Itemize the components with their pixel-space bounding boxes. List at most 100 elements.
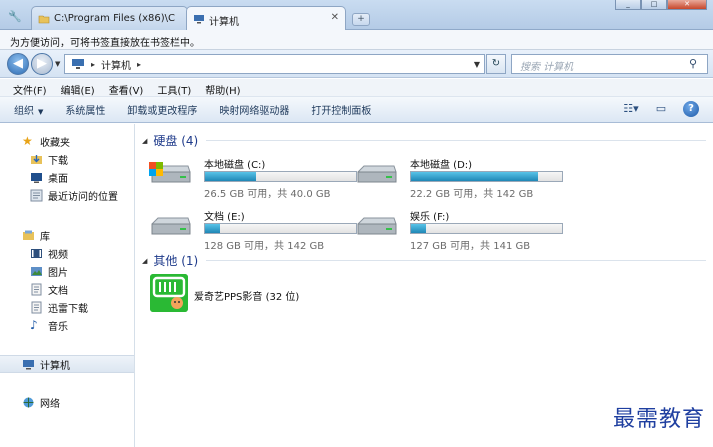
map-network-drive-button[interactable]: 映射网络驱动器 bbox=[219, 102, 289, 117]
close-tab-icon[interactable]: ✕ bbox=[331, 12, 339, 23]
drive-free-space: 127 GB 可用，共 141 GB bbox=[410, 241, 531, 252]
network-icon bbox=[23, 397, 34, 407]
search-icon[interactable]: ⚲ bbox=[689, 57, 701, 70]
tab-label: 计算机 bbox=[209, 17, 239, 28]
breadcrumb-arrow-icon[interactable]: ▸ bbox=[137, 60, 141, 69]
breadcrumb-arrow-icon[interactable]: ▸ bbox=[91, 60, 95, 69]
group-header-other[interactable]: ◢ 其他 (1) bbox=[142, 252, 198, 269]
sidebar-item-label: 网络 bbox=[40, 398, 60, 410]
menu-edit[interactable]: 编辑(E) bbox=[54, 79, 102, 97]
help-icon[interactable]: ? bbox=[683, 101, 699, 117]
sidebar-item-music[interactable]: ♪ 音乐 bbox=[30, 316, 68, 334]
organize-button[interactable]: 组织 ▼ bbox=[14, 102, 43, 117]
computer-icon bbox=[194, 15, 204, 24]
menu-view[interactable]: 查看(V) bbox=[102, 79, 151, 97]
tab-computer[interactable]: 计算机 ✕ bbox=[186, 6, 346, 30]
address-dropdown-icon[interactable]: ▼ bbox=[474, 60, 480, 69]
breadcrumb-computer[interactable]: 计算机 bbox=[101, 57, 131, 72]
menu-file[interactable]: 文件(F) bbox=[6, 79, 54, 97]
browser-tab-bar: 🔧 C:\Program Files (x86)\C 计算机 ✕ + _ □ ✕ bbox=[0, 0, 713, 30]
content-pane: ◢ 硬盘 (4) 本地磁盘 (C:) 26.5 GB 可用，共 40.0 GB … bbox=[136, 124, 713, 447]
drive-usage-bar bbox=[204, 223, 357, 234]
menu-tools[interactable]: 工具(T) bbox=[150, 79, 198, 97]
navigation-bar: ◀ ▶ ▼ ▸ 计算机 ▸ ▼ ↻ 搜索 计算机 ⚲ bbox=[0, 50, 713, 78]
collapse-arrow-icon: ◢ bbox=[142, 256, 148, 265]
hard-drive-icon bbox=[151, 217, 191, 235]
sidebar-item-label: 音乐 bbox=[48, 321, 68, 333]
refresh-button[interactable]: ↻ bbox=[486, 54, 506, 74]
drive-free-space: 22.2 GB 可用，共 142 GB bbox=[410, 189, 534, 200]
drive-f[interactable]: 娱乐 (F:) 127 GB 可用，共 141 GB bbox=[354, 204, 564, 252]
drive-usage-fill bbox=[205, 172, 257, 181]
sidebar-item-computer[interactable]: 计算机 bbox=[0, 355, 134, 373]
preview-pane-icon[interactable]: ▭ bbox=[653, 101, 669, 117]
wrench-icon[interactable]: 🔧 bbox=[8, 10, 22, 24]
picture-icon bbox=[31, 266, 42, 276]
menu-help[interactable]: 帮助(H) bbox=[198, 79, 247, 97]
sidebar-item-recent-places[interactable]: 最近访问的位置 bbox=[30, 186, 118, 204]
chevron-down-icon: ▼ bbox=[38, 108, 44, 116]
window-controls: _ □ ✕ bbox=[615, 0, 707, 10]
new-tab-button[interactable]: + bbox=[352, 13, 370, 26]
app-iqiyi-pps[interactable]: 爱奇艺PPS影音 (32 位) bbox=[150, 274, 350, 314]
drive-e[interactable]: 文档 (E:) 128 GB 可用，共 142 GB bbox=[148, 204, 358, 252]
search-placeholder: 搜索 计算机 bbox=[520, 62, 574, 73]
sidebar-item-pictures[interactable]: 图片 bbox=[30, 262, 68, 280]
close-window-button[interactable]: ✕ bbox=[667, 0, 707, 10]
sidebar-item-favorites[interactable]: ★ 收藏夹 bbox=[22, 132, 70, 150]
system-properties-button[interactable]: 系统属性 bbox=[65, 102, 105, 117]
app-label: 爱奇艺PPS影音 (32 位) bbox=[194, 292, 300, 303]
system-drive-icon bbox=[149, 162, 191, 183]
group-divider bbox=[206, 260, 706, 261]
open-control-panel-button[interactable]: 打开控制面板 bbox=[311, 102, 371, 117]
toolbar-right: ☷▾ ▭ ? bbox=[623, 101, 699, 117]
collapse-arrow-icon: ◢ bbox=[142, 136, 148, 145]
drive-c[interactable]: 本地磁盘 (C:) 26.5 GB 可用，共 40.0 GB bbox=[148, 152, 358, 200]
drive-free-space: 128 GB 可用，共 142 GB bbox=[204, 241, 325, 252]
group-header-hard-disks[interactable]: ◢ 硬盘 (4) bbox=[142, 132, 198, 149]
uninstall-program-button[interactable]: 卸载或更改程序 bbox=[127, 102, 197, 117]
sidebar-item-documents[interactable]: 文档 bbox=[30, 280, 68, 298]
organize-label: 组织 bbox=[14, 106, 34, 117]
sidebar-item-label: 图片 bbox=[48, 267, 68, 279]
computer-icon bbox=[72, 59, 84, 69]
navigation-pane: ★ 收藏夹 下载 桌面 最近访问的位置 库 视频 图片 文档 迅雷下载 ♪ 音乐… bbox=[0, 124, 135, 447]
tab-program-files[interactable]: C:\Program Files (x86)\C bbox=[31, 6, 188, 30]
view-options-icon[interactable]: ☷▾ bbox=[623, 101, 639, 117]
maximize-button[interactable]: □ bbox=[641, 0, 667, 10]
back-button[interactable]: ◀ bbox=[7, 53, 29, 75]
sidebar-item-libraries[interactable]: 库 bbox=[22, 226, 50, 244]
desktop-icon bbox=[31, 172, 42, 183]
watermark: 最需教育 bbox=[612, 407, 705, 432]
sidebar-item-label: 库 bbox=[40, 231, 50, 243]
group-divider bbox=[206, 140, 706, 141]
address-bar[interactable]: ▸ 计算机 ▸ ▼ bbox=[64, 54, 485, 74]
tab-label: C:\Program Files (x86)\C bbox=[54, 13, 176, 24]
iqiyi-app-icon bbox=[150, 274, 188, 312]
sidebar-item-videos[interactable]: 视频 bbox=[30, 244, 68, 262]
music-icon: ♪ bbox=[30, 317, 38, 332]
sidebar-item-network[interactable]: 网络 bbox=[22, 393, 60, 411]
drive-name: 本地磁盘 (D:) bbox=[410, 160, 473, 171]
download-folder-icon bbox=[31, 154, 42, 164]
forward-button[interactable]: ▶ bbox=[31, 53, 53, 75]
drive-usage-fill bbox=[411, 172, 538, 181]
drive-name: 文档 (E:) bbox=[204, 212, 245, 223]
command-toolbar: 组织 ▼ 系统属性 卸载或更改程序 映射网络驱动器 打开控制面板 ☷▾ ▭ ? bbox=[0, 97, 713, 123]
drive-usage-fill bbox=[205, 224, 221, 233]
drive-d[interactable]: 本地磁盘 (D:) 22.2 GB 可用，共 142 GB bbox=[354, 152, 564, 200]
drive-usage-bar bbox=[204, 171, 357, 182]
sidebar-item-downloads[interactable]: 下载 bbox=[30, 150, 68, 168]
sidebar-item-xunlei-downloads[interactable]: 迅雷下载 bbox=[30, 298, 88, 316]
document-icon bbox=[31, 301, 42, 313]
sidebar-item-label: 视频 bbox=[48, 249, 68, 261]
group-title: 其他 (1) bbox=[153, 254, 199, 268]
drive-name: 本地磁盘 (C:) bbox=[204, 160, 266, 171]
document-icon bbox=[31, 283, 42, 295]
sidebar-item-desktop[interactable]: 桌面 bbox=[30, 168, 68, 186]
minimize-button[interactable]: _ bbox=[615, 0, 641, 10]
recent-places-icon bbox=[30, 189, 43, 201]
search-input[interactable]: 搜索 计算机 ⚲ bbox=[511, 54, 708, 74]
folder-icon bbox=[38, 15, 50, 24]
history-dropdown-icon[interactable]: ▼ bbox=[55, 60, 60, 68]
